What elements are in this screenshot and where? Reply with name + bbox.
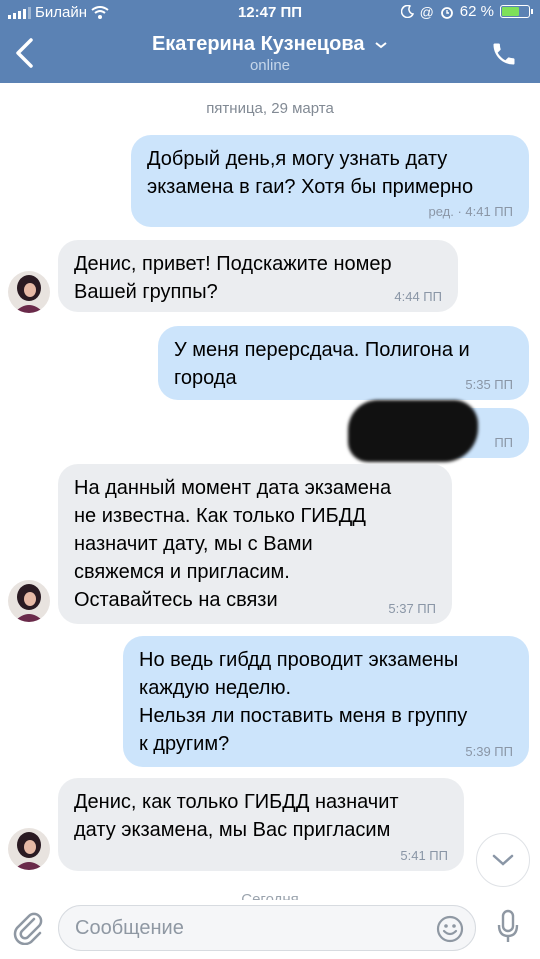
message-bubble-incoming[interactable]: Денис, как только ГИБДД назначит дату эк…: [58, 778, 464, 871]
contact-name-text: Екатерина Кузнецова: [151, 33, 365, 55]
message-time: 5:37 ПП: [388, 601, 436, 616]
battery-icon: [500, 5, 533, 18]
mic-icon[interactable]: [496, 909, 520, 945]
message-text-line: Нельзя ли поставить меня в группу: [139, 705, 468, 727]
contact-name[interactable]: Екатерина Кузнецова: [0, 33, 540, 56]
message-bubble-incoming[interactable]: На данный момент дата экзамена не извест…: [58, 464, 452, 624]
at-icon: @: [419, 3, 434, 20]
message-bubble-incoming[interactable]: Денис, привет! Подскажите номер Вашей гр…: [58, 240, 458, 312]
avatar-image: [8, 580, 50, 622]
message-time: 5:35 ПП: [465, 377, 513, 392]
message-time: ред. · 4:41 ПП: [428, 204, 513, 219]
message-bubble-outgoing[interactable]: Но ведь гибдд проводит экзамены каждую н…: [123, 636, 529, 767]
message-text-line: У меня перерсдача. Полигона и: [174, 339, 470, 361]
avatar-image: [8, 271, 50, 313]
phone-icon[interactable]: [490, 40, 518, 68]
avatar[interactable]: [8, 828, 50, 870]
message-composer: Сообщение: [0, 900, 540, 959]
avatar[interactable]: [8, 580, 50, 622]
scroll-down-icon: [492, 854, 514, 866]
message-time: 4:44 ПП: [394, 289, 442, 304]
message-text-line: Оставайтесь на связи: [74, 589, 278, 611]
smile-icon[interactable]: [435, 914, 465, 944]
message-input-placeholder: Сообщение: [75, 917, 184, 939]
message-text-line: свяжемся и пригласим.: [74, 561, 290, 583]
date-separator: пятница, 29 марта: [206, 100, 334, 117]
message-text-line: не известна. Как только ГИБДД: [74, 505, 366, 527]
alarm-icon: [440, 6, 453, 19]
avatar[interactable]: [8, 271, 50, 313]
battery-percent: 62 %: [459, 3, 494, 20]
message-time: 5:39 ПП: [465, 744, 513, 759]
chat-header: Билайн 12:47 ПП @ 62 % Екатерина Кузнецо…: [0, 0, 540, 83]
message-time: 5:41 ПП: [400, 848, 448, 863]
message-input[interactable]: Сообщение: [58, 905, 476, 951]
message-text-line: дату экзамена, мы Вас пригласим: [74, 819, 391, 841]
chevron-down-icon: [375, 41, 387, 48]
message-text-line: На данный момент дата экзамена: [74, 477, 392, 499]
message-text-line: Денис, как только ГИБДД назначит: [74, 791, 399, 813]
message-text-line: Добрый день,я могу узнать дату: [147, 148, 448, 170]
moon-icon: [400, 5, 414, 18]
message-text-line: к другим?: [139, 733, 230, 755]
message-text-line: каждую неделю.: [139, 677, 292, 699]
attach-icon[interactable]: [12, 911, 44, 945]
message-text-line: Но ведь гибдд проводит экзамены: [139, 649, 459, 671]
message-time: ПП: [494, 435, 513, 450]
message-text-line: города: [174, 367, 237, 389]
status-bar: Билайн 12:47 ПП @ 62 %: [0, 0, 540, 26]
message-bubble-outgoing[interactable]: Добрый день,я могу узнать дату экзамена …: [131, 135, 529, 227]
message-text-line: Денис, привет! Подскажите номер: [74, 253, 392, 275]
avatar-image: [8, 828, 50, 870]
status-right: @ 62 %: [400, 3, 533, 20]
message-bubble-outgoing[interactable]: У меня перерсдача. Полигона и города 5:3…: [158, 326, 529, 400]
message-text-line: Вашей группы?: [74, 281, 218, 303]
scroll-down-button[interactable]: [476, 833, 530, 887]
contact-status: online: [249, 57, 291, 74]
message-text-line: назначит дату, мы с Вами: [74, 533, 313, 555]
message-text-line: экзамена в гаи? Хотя бы примерно: [147, 176, 474, 198]
redaction-scribble: [348, 400, 478, 462]
